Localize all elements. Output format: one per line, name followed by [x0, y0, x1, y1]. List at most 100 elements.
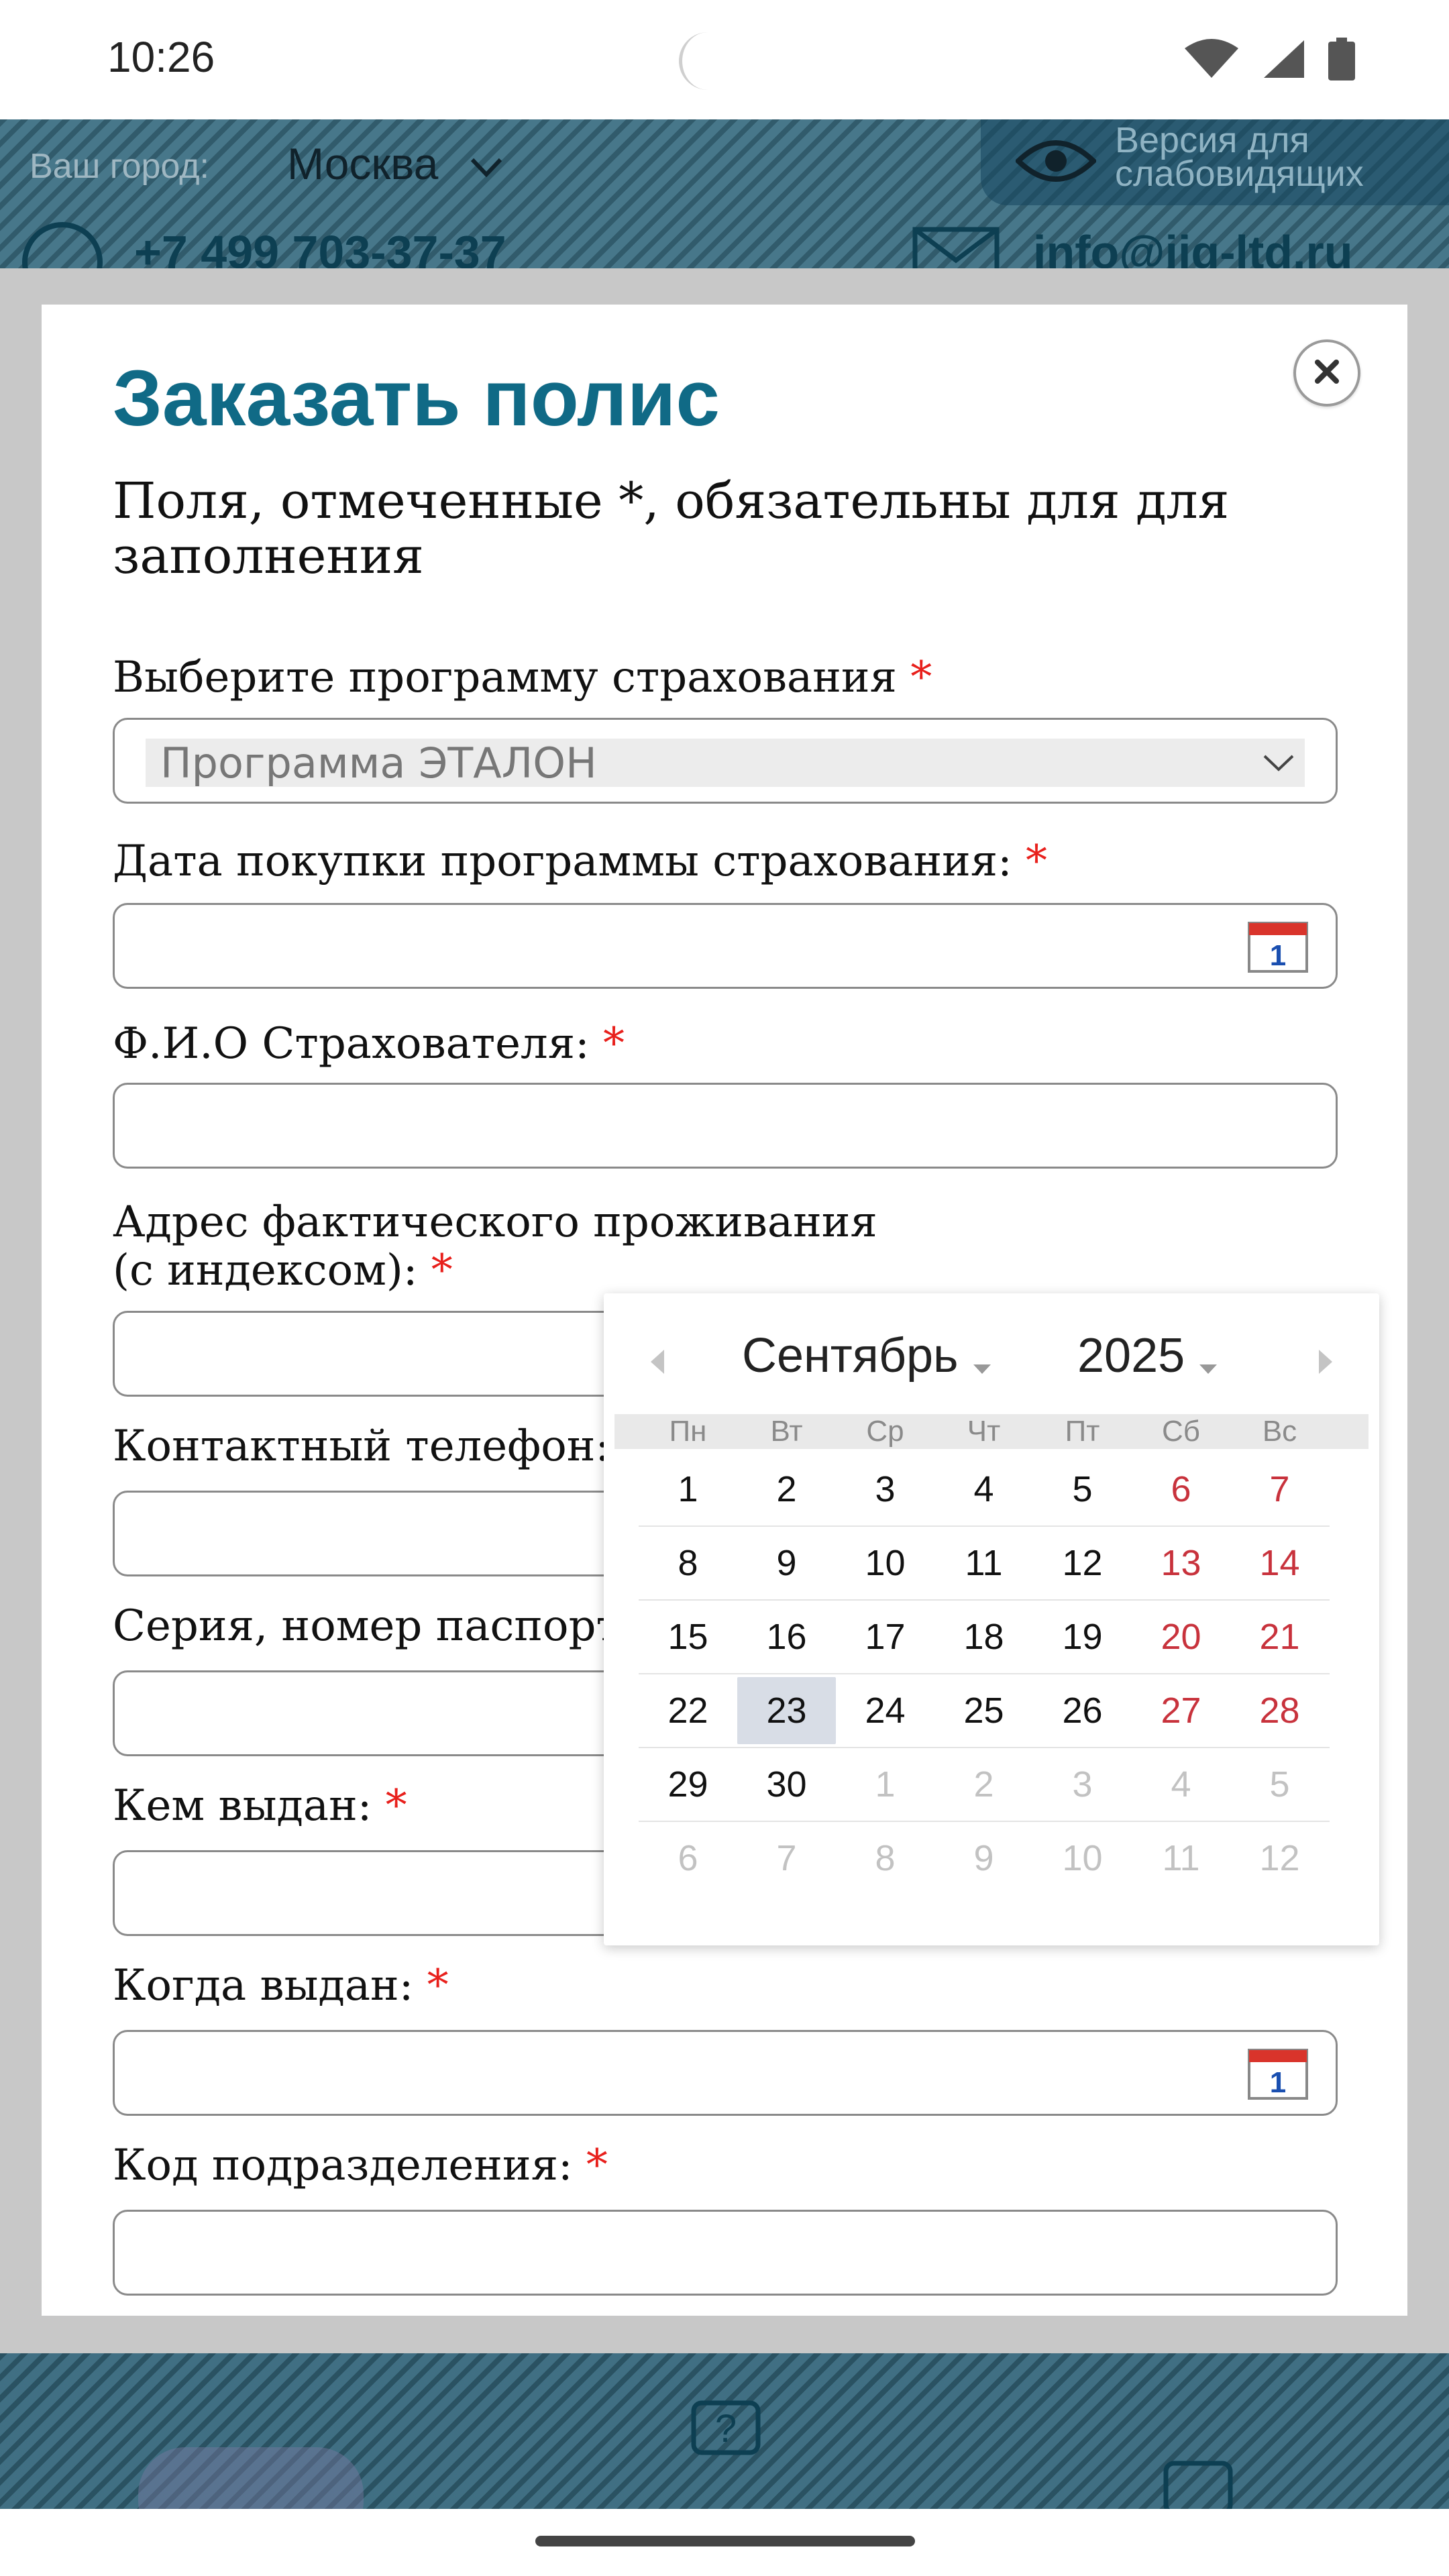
close-icon — [1312, 357, 1342, 390]
program-select-inner[interactable]: Программа ЭТАЛОН — [146, 738, 1305, 788]
caret-down-icon — [972, 1332, 992, 1387]
calendar-day[interactable]: 28 — [1230, 1677, 1329, 1744]
weekday-label: Ср — [866, 1415, 904, 1448]
program-label: Выберите программу страхования * — [113, 653, 932, 702]
required-mark: * — [910, 653, 932, 702]
battery-icon — [1328, 38, 1355, 84]
order-policy-modal: Заказать полис Поля, отмеченные *, обяза… — [42, 305, 1407, 2316]
datepicker: Сентябрь 2025 Пн Вт Ср Чт Пт Сб Вс 1 2 3 4 5 6 7 8 9 10… — [604, 1293, 1379, 1945]
calendar-day[interactable]: 12 — [1033, 1529, 1132, 1597]
required-mark: * — [586, 2141, 608, 2190]
calendar-day[interactable]: 2 — [737, 1456, 836, 1523]
required-mark: * — [385, 1781, 407, 1831]
calendar-week-row: 15 16 17 18 19 20 21 — [639, 1601, 1330, 1674]
calendar-day[interactable]: 11 — [934, 1529, 1033, 1597]
weekday-label: Пт — [1065, 1415, 1100, 1448]
calendar-icon[interactable]: 1 — [1247, 921, 1309, 977]
help-icon-secondary[interactable] — [1163, 2461, 1233, 2509]
close-button[interactable] — [1293, 339, 1360, 407]
calendar-day[interactable]: 9 — [737, 1529, 836, 1597]
calendar-day[interactable]: 23 — [737, 1677, 836, 1744]
low-vision-label: Версия для слабовидящих — [1115, 120, 1364, 194]
low-vision-version-link[interactable]: Версия для слабовидящих — [981, 119, 1449, 205]
calendar-week-row: 8 9 10 11 12 13 14 — [639, 1527, 1330, 1601]
calendar-day[interactable]: 16 — [737, 1603, 836, 1670]
phone-link[interactable]: +7 499 703-37-37 — [134, 225, 506, 268]
calendar-day-other-month[interactable]: 5 — [1230, 1751, 1329, 1818]
month-select[interactable]: Сентябрь — [742, 1328, 992, 1387]
calendar-day[interactable]: 6 — [1132, 1456, 1230, 1523]
signal-icon — [1263, 39, 1305, 83]
prev-month-arrow-icon[interactable] — [648, 1348, 667, 1379]
calendar-day-other-month[interactable]: 11 — [1132, 1825, 1230, 1892]
calendar-day[interactable]: 25 — [934, 1677, 1033, 1744]
modal-title: Заказать полис — [113, 354, 720, 443]
wifi-icon — [1183, 39, 1240, 83]
weekday-label: Чт — [967, 1415, 1001, 1448]
calendar-day-other-month[interactable]: 10 — [1033, 1825, 1132, 1892]
calendar-day[interactable]: 1 — [639, 1456, 737, 1523]
city-selector[interactable]: Москва — [287, 138, 438, 189]
calendar-day[interactable]: 22 — [639, 1677, 737, 1744]
calendar-icon[interactable]: 1 — [1247, 2048, 1309, 2104]
help-icon[interactable]: ? — [691, 2400, 761, 2464]
calendar-week-row: 1234567 — [639, 1453, 1330, 1527]
calendar-day-other-month[interactable]: 8 — [836, 1825, 934, 1892]
calendar-day-other-month[interactable]: 3 — [1033, 1751, 1132, 1818]
calendar-day[interactable]: 18 — [934, 1603, 1033, 1670]
calendar-day[interactable]: 3 — [836, 1456, 934, 1523]
calendar-day[interactable]: 8 — [639, 1529, 737, 1597]
calendar-day[interactable]: 26 — [1033, 1677, 1132, 1744]
calendar-day[interactable]: 14 — [1230, 1529, 1329, 1597]
year-select[interactable]: 2025 — [1077, 1328, 1218, 1387]
chevron-down-icon — [1262, 751, 1295, 778]
required-mark: * — [427, 1961, 449, 2010]
city-label: Ваш город: — [30, 147, 209, 186]
calendar-day[interactable]: 24 — [836, 1677, 934, 1744]
division-code-label: Код подразделения: * — [113, 2141, 608, 2190]
calendar-day[interactable]: 17 — [836, 1603, 934, 1670]
purchase-date-input[interactable]: 1 — [113, 903, 1338, 989]
email-link[interactable]: info@iig-ltd.ru — [1033, 225, 1352, 268]
calendar-day[interactable]: 13 — [1132, 1529, 1230, 1597]
calendar-day[interactable]: 19 — [1033, 1603, 1132, 1670]
calendar-day-other-month[interactable]: 4 — [1132, 1751, 1230, 1818]
calendar-week-row: 29 30 1 2 3 4 5 — [639, 1748, 1330, 1822]
weekday-header: Пн Вт Ср Чт Пт Сб Вс — [614, 1414, 1368, 1449]
calendar-day[interactable]: 5 — [1033, 1456, 1132, 1523]
calendar-day[interactable]: 29 — [639, 1751, 737, 1818]
camera-cutout — [679, 32, 737, 90]
insured-name-input[interactable] — [113, 1083, 1338, 1169]
calendar-day[interactable]: 15 — [639, 1603, 737, 1670]
required-mark: * — [1026, 837, 1048, 886]
home-gesture-handle[interactable] — [535, 2536, 915, 2546]
svg-text:1: 1 — [1270, 2066, 1286, 2099]
calendar-day-other-month[interactable]: 6 — [639, 1825, 737, 1892]
calendar-day-other-month[interactable]: 7 — [737, 1825, 836, 1892]
status-bar: 10:26 — [0, 0, 1449, 119]
system-nav-bar — [0, 2509, 1449, 2576]
calendar-day[interactable]: 27 — [1132, 1677, 1230, 1744]
eye-icon — [1014, 134, 1097, 191]
calendar-day[interactable]: 7 — [1230, 1456, 1329, 1523]
calendar-day[interactable]: 4 — [934, 1456, 1033, 1523]
phone-icon — [19, 219, 106, 268]
issue-date-label: Когда выдан: * — [113, 1961, 449, 2010]
program-select[interactable]: Программа ЭТАЛОН — [113, 718, 1338, 804]
calendar-day-other-month[interactable]: 9 — [934, 1825, 1033, 1892]
calendar-day[interactable]: 20 — [1132, 1603, 1230, 1670]
calendar-day[interactable]: 21 — [1230, 1603, 1329, 1670]
calendar-grid: 1 2 3 4 5 6 7 8 9 10 11 12 13 14 15 16 17 18 19 20 21 22 23 24 2… — [639, 1453, 1330, 1896]
calendar-day-other-month[interactable]: 12 — [1230, 1825, 1329, 1892]
division-code-input[interactable] — [113, 2210, 1338, 2296]
location-button[interactable] — [138, 2447, 364, 2509]
calendar-day[interactable]: 30 — [737, 1751, 836, 1818]
program-select-value: Программа ЭТАЛОН — [160, 738, 597, 788]
issue-date-input[interactable]: 1 — [113, 2030, 1338, 2116]
calendar-day[interactable]: 10 — [836, 1529, 934, 1597]
mail-icon — [912, 227, 1000, 268]
next-month-arrow-icon[interactable] — [1316, 1348, 1335, 1379]
issued-by-label: Кем выдан: * — [113, 1781, 407, 1831]
calendar-day-other-month[interactable]: 1 — [836, 1751, 934, 1818]
calendar-day-other-month[interactable]: 2 — [934, 1751, 1033, 1818]
